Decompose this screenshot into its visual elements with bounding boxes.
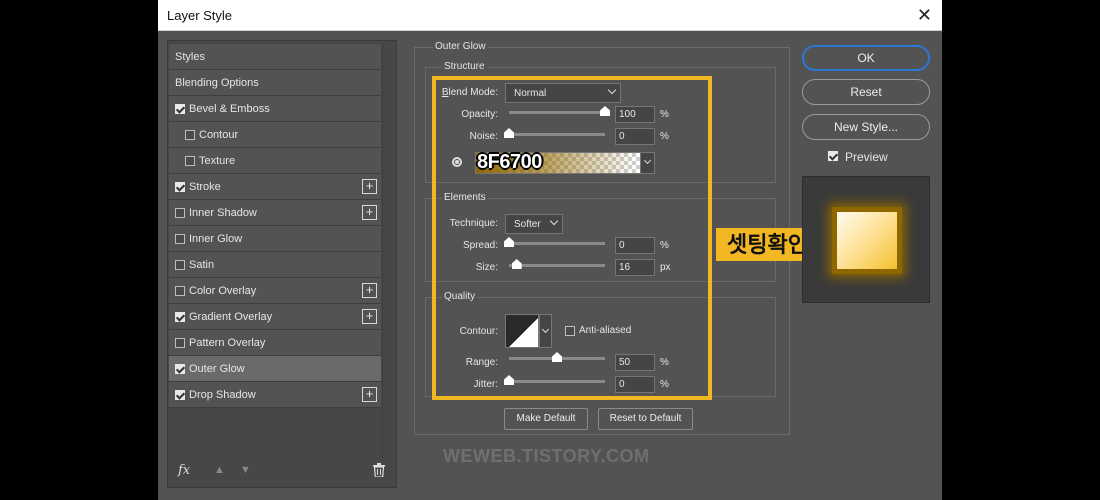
style-item-label: Contour: [199, 129, 239, 141]
style-item-texture[interactable]: Texture: [169, 148, 381, 174]
style-checkbox[interactable]: [175, 260, 185, 270]
add-effect-icon[interactable]: +: [362, 309, 377, 324]
style-item-contour[interactable]: Contour: [169, 122, 381, 148]
style-checkbox[interactable]: [175, 364, 185, 374]
watermark: WEWEB.TISTORY.COM: [443, 446, 650, 466]
style-item-label: Gradient Overlay: [189, 311, 273, 323]
style-item-stroke[interactable]: Stroke +: [169, 174, 381, 200]
reset-to-default-button[interactable]: Reset to Default: [598, 408, 693, 430]
style-item-outer-glow[interactable]: Outer Glow: [169, 356, 381, 382]
style-item-satin[interactable]: Satin: [169, 252, 381, 278]
reset-button[interactable]: Reset: [802, 79, 930, 105]
style-checkbox[interactable]: [175, 286, 185, 296]
make-default-button[interactable]: Make Default: [504, 408, 588, 430]
preview-checkbox[interactable]: [828, 151, 838, 161]
style-checkbox[interactable]: [185, 156, 195, 166]
styles-scrollbar[interactable]: [382, 44, 395, 458]
trash-icon[interactable]: [373, 463, 385, 477]
preview-swatch: [832, 207, 902, 274]
styles-list: Styles Blending Options Bevel & Emboss Cont…: [169, 44, 381, 408]
add-effect-icon[interactable]: +: [362, 387, 377, 402]
close-icon[interactable]: ✕: [917, 6, 932, 24]
style-checkbox[interactable]: [175, 104, 185, 114]
ok-button[interactable]: OK: [802, 45, 930, 71]
add-effect-icon[interactable]: +: [362, 205, 377, 220]
style-item-label: Drop Shadow: [189, 389, 256, 401]
style-item-blending-options[interactable]: Blending Options: [169, 70, 381, 96]
style-item-label: Texture: [199, 155, 236, 167]
style-checkbox[interactable]: [185, 130, 195, 140]
screen: Layer Style ✕ Styles Blending Options Beve…: [0, 0, 1100, 500]
style-item-label: Color Overlay: [189, 285, 257, 297]
style-item-label: Pattern Overlay: [189, 337, 266, 349]
move-down-icon[interactable]: ▼: [240, 464, 251, 476]
style-item-label: Stroke: [189, 181, 221, 193]
style-item-color-overlay[interactable]: Color Overlay +: [169, 278, 381, 304]
outer-glow-title: Outer Glow: [433, 41, 488, 52]
style-checkbox[interactable]: [175, 208, 185, 218]
style-item-label: Inner Glow: [189, 233, 243, 245]
style-item-label: Blending Options: [175, 77, 259, 89]
style-item-label: Outer Glow: [189, 363, 245, 375]
style-item-label: Styles: [175, 51, 205, 63]
add-effect-icon[interactable]: +: [362, 283, 377, 298]
style-checkbox[interactable]: [175, 312, 185, 322]
styles-footer: fx ▲ ▼: [168, 457, 396, 487]
new-style-button[interactable]: New Style...: [802, 114, 930, 140]
title-bar: Layer Style ✕: [158, 0, 942, 31]
style-item-inner-glow[interactable]: Inner Glow: [169, 226, 381, 252]
style-item-gradient-overlay[interactable]: Gradient Overlay +: [169, 304, 381, 330]
fx-button[interactable]: fx: [178, 463, 190, 478]
style-preview: [802, 176, 930, 303]
preview-label: Preview: [845, 150, 888, 164]
styles-panel: Styles Blending Options Bevel & Emboss Cont…: [167, 40, 397, 488]
style-item-bevel-emboss[interactable]: Bevel & Emboss: [169, 96, 381, 122]
style-checkbox[interactable]: [175, 234, 185, 244]
dialog-title: Layer Style: [167, 8, 233, 23]
style-item-label: Bevel & Emboss: [189, 103, 270, 115]
style-item-label: Inner Shadow: [189, 207, 257, 219]
style-item-drop-shadow[interactable]: Drop Shadow +: [169, 382, 381, 408]
add-effect-icon[interactable]: +: [362, 179, 377, 194]
style-item-pattern-overlay[interactable]: Pattern Overlay: [169, 330, 381, 356]
style-checkbox[interactable]: [175, 390, 185, 400]
style-item-label: Satin: [189, 259, 215, 271]
style-item-styles[interactable]: Styles: [169, 44, 381, 70]
settings-highlight-box: [432, 76, 712, 400]
style-checkbox[interactable]: [175, 182, 185, 192]
style-checkbox[interactable]: [175, 338, 185, 348]
style-item-inner-shadow[interactable]: Inner Shadow +: [169, 200, 381, 226]
move-up-icon[interactable]: ▲: [214, 464, 225, 476]
structure-title: Structure: [442, 61, 487, 72]
